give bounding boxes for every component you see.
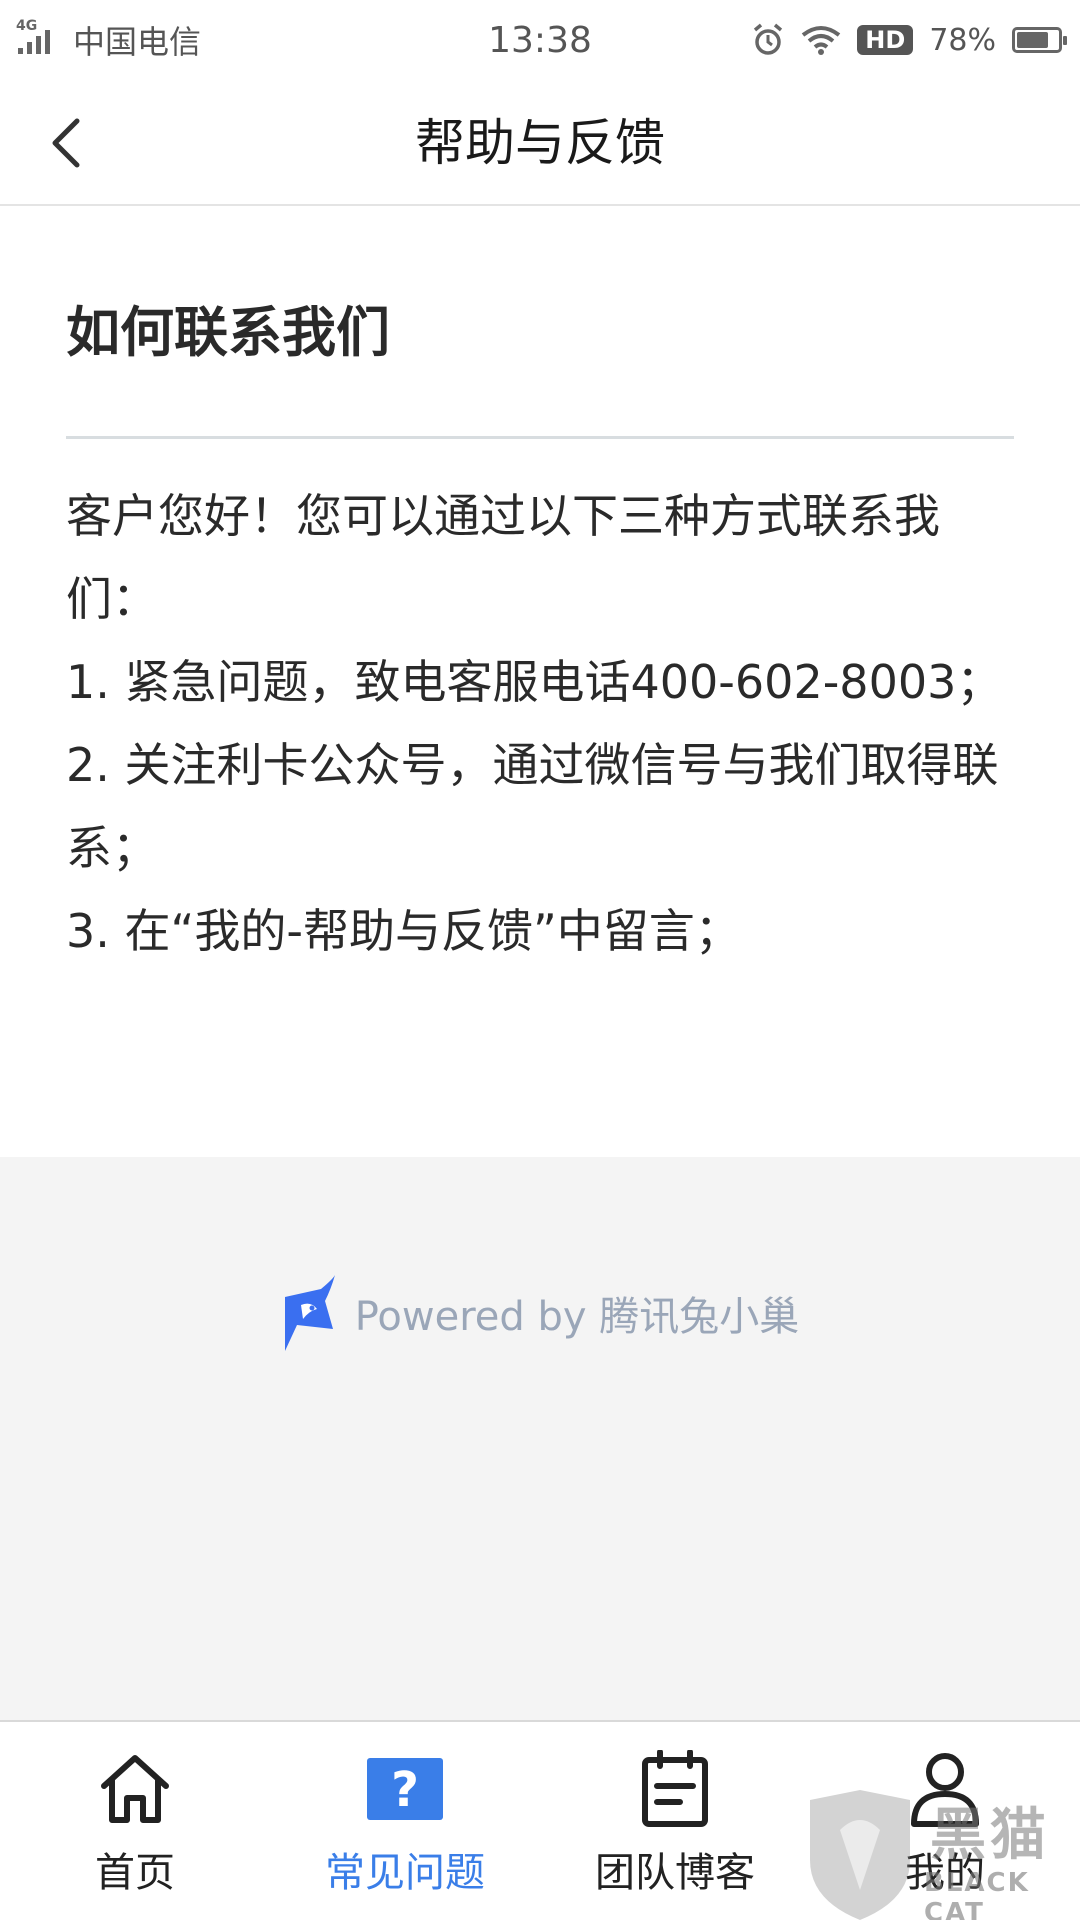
divider [66,436,1014,439]
tab-bar: 首页 ? 常见问题 团队博客 我的 [0,1720,1080,1920]
article-paragraph: 2. 关注利卡公众号，通过微信号与我们取得联系； [66,738,999,875]
tab-label: 常见问题 [325,1850,485,1896]
article-paragraph: 1. 紧急问题，致电客服电话400-602-8003； [66,655,1003,709]
signal-icon: 4G [16,18,59,54]
powered-by[interactable]: Powered by 腾讯兔小巢 [0,1275,1080,1351]
tab-label: 首页 [95,1850,175,1896]
status-bar: 4G 中国电信 13:38 HD 78% [0,0,1080,80]
tab-label: 团队博客 [595,1850,755,1896]
article-paragraph: 客户您好！您可以通过以下三种方式联系我们： [66,489,940,626]
article: 如何联系我们 客户您好！您可以通过以下三种方式联系我们： 1. 紧急问题，致电客… [66,206,1014,973]
article-paragraph: 3. 在“我的-帮助与反馈”中留言； [66,904,741,958]
rabbit-logo-icon [284,1275,335,1351]
battery-percent: 78% [929,22,996,58]
network-type: 4G [16,18,38,34]
tab-label: 我的 [905,1850,985,1896]
home-icon [101,1755,169,1823]
powered-by-text: Powered by 腾讯兔小巢 [354,1294,800,1340]
article-body: 客户您好！您可以通过以下三种方式联系我们： 1. 紧急问题，致电客服电话400-… [66,475,1014,973]
hd-badge: HD [857,25,914,55]
status-left: 4G 中国电信 [16,17,201,63]
navigation-bar: 帮助与反馈 [0,80,1080,206]
tab-home[interactable]: 首页 [0,1722,270,1920]
carrier-name: 中国电信 [73,23,202,61]
article-title: 如何联系我们 [66,301,390,364]
chevron-left-icon [52,118,80,168]
battery-level [1017,32,1048,48]
back-button[interactable] [30,108,100,178]
notepad-icon [642,1750,708,1827]
wifi-icon [802,26,841,55]
question-icon: ? [367,1758,443,1820]
tab-mine[interactable]: 我的 [810,1722,1080,1920]
page-title: 帮助与反馈 [415,114,665,172]
status-right: HD 78% [751,22,1067,58]
battery-icon [1012,27,1067,53]
alarm-icon [754,23,783,55]
user-icon [911,1753,979,1827]
footer-area: Powered by 腾讯兔小巢 [0,1157,1080,1720]
svg-text:?: ? [391,1762,419,1818]
tab-blog[interactable]: 团队博客 [540,1722,810,1920]
tab-faq[interactable]: ? 常见问题 [270,1722,540,1920]
